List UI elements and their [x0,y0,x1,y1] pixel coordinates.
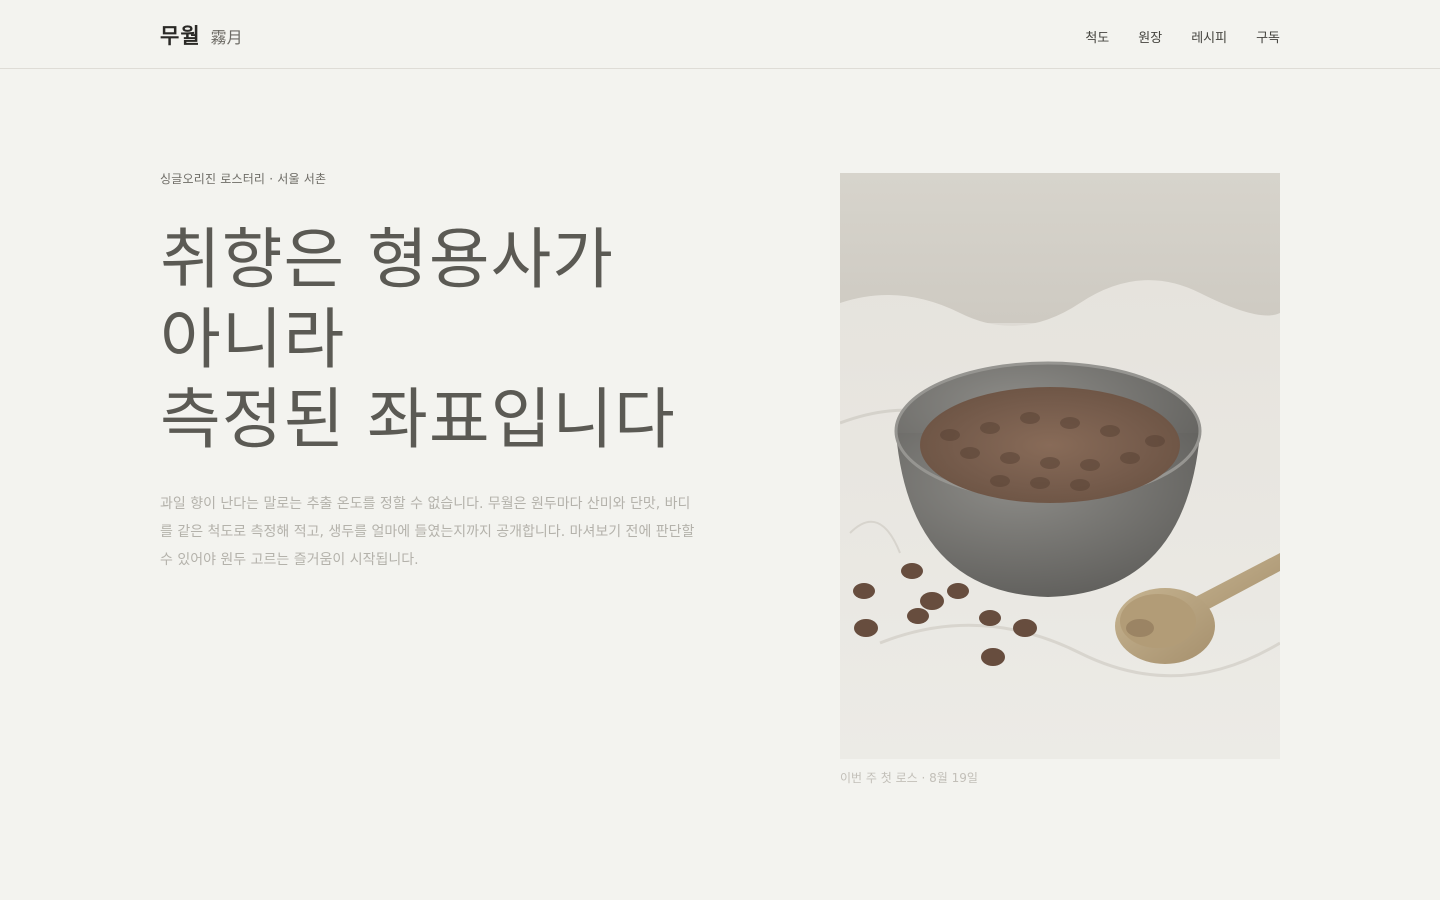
nav-item-scale[interactable]: 척도 [1085,27,1109,46]
photo-caption: 이번 주 첫 로스 · 8월 19일 [840,771,978,785]
headline-line-3: 측정된 좌표입니다 [160,381,676,458]
nav-item-ledger[interactable]: 원장 [1138,27,1162,46]
page: 무월 霧月 척도 원장 레시피 구독 싱글오리진 로스터리 · 서울 서촌 취향… [0,0,1440,900]
main-nav: 척도 원장 레시피 구독 [1085,27,1280,46]
brand-hanja: 霧月 [210,28,243,47]
headline-line-1: 취향은 형용사가 [160,221,615,298]
hero-eyebrow: 싱글오리진 로스터리 · 서울 서촌 [160,172,327,186]
site-header: 무월 霧月 척도 원장 레시피 구독 [0,0,1440,69]
headline-line-2: 아니라 [160,301,346,378]
brand-logo[interactable]: 무월 霧月 [160,20,243,50]
brand-name: 무월 [160,23,201,48]
hero-headline: 취향은 형용사가 아니라 측정된 좌표입니다 [160,220,780,460]
nav-item-subscribe[interactable]: 구독 [1256,27,1280,46]
coffee-beans-photo [840,173,1280,759]
nav-item-recipe[interactable]: 레시피 [1191,27,1227,46]
hero-lede: 과일 향이 난다는 말로는 추출 온도를 정할 수 없습니다. 무월은 원두마다… [160,496,695,568]
